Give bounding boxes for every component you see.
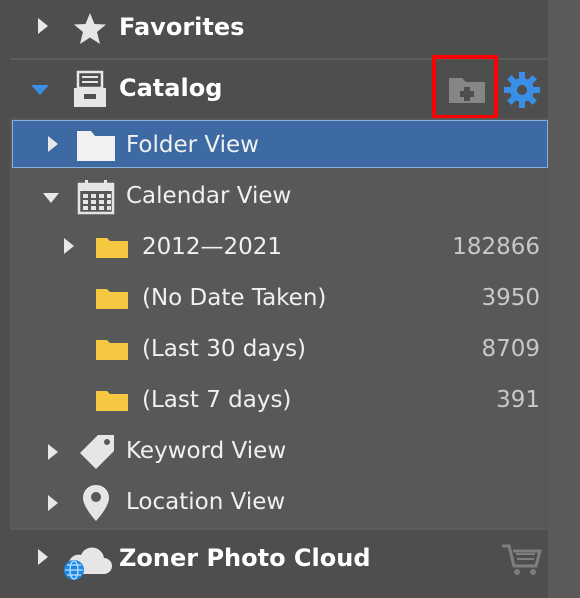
folder-view-label: Folder View	[126, 132, 259, 158]
folder-icon	[77, 131, 115, 161]
catalog-icon	[74, 70, 106, 107]
folder-icon	[96, 289, 128, 309]
location-view-expand-arrow[interactable]	[48, 495, 58, 511]
folder-icon	[96, 340, 128, 360]
keyword-view-label[interactable]: Keyword View	[126, 438, 286, 464]
cloud-expand-arrow[interactable]	[38, 549, 48, 565]
cloud-label: Zoner Photo Cloud	[119, 544, 371, 572]
cloud-globe-icon	[64, 547, 112, 580]
catalog-collapse-arrow[interactable]	[31, 85, 49, 95]
folder-view-expand-arrow[interactable]	[48, 136, 58, 152]
settings-gear-icon[interactable]	[503, 71, 541, 109]
calendar-item-count: 3950	[481, 285, 540, 311]
calendar-item-count: 8709	[481, 336, 540, 362]
calendar-icon	[77, 180, 115, 215]
location-view-label[interactable]: Location View	[126, 489, 285, 515]
star-icon	[74, 13, 106, 44]
calendar-item-count: 182866	[452, 234, 540, 260]
panel-scroll-gutter	[548, 0, 580, 598]
catalog-label: Catalog	[119, 74, 223, 102]
folder-icon	[96, 238, 128, 258]
keyword-view-expand-arrow[interactable]	[48, 444, 58, 460]
calendar-item-label[interactable]: (Last 7 days)	[142, 387, 291, 413]
favorites-label: Favorites	[119, 13, 245, 41]
calendar-item-count: 391	[496, 387, 540, 413]
favorites-expand-arrow[interactable]	[38, 18, 48, 34]
calendar-view-label: Calendar View	[126, 183, 292, 209]
calendar-item-label[interactable]: 2012—2021	[142, 234, 282, 260]
folder-icon	[96, 391, 128, 411]
highlight-box	[432, 55, 498, 119]
tag-icon	[80, 435, 114, 469]
calendar-item-label[interactable]: (Last 30 days)	[142, 336, 306, 362]
calendar-item-label[interactable]: (No Date Taken)	[142, 285, 326, 311]
year-range-expand-arrow[interactable]	[64, 238, 74, 254]
cart-icon[interactable]	[500, 542, 542, 578]
calendar-view-collapse-arrow[interactable]	[43, 193, 59, 203]
location-pin-icon	[83, 485, 109, 521]
